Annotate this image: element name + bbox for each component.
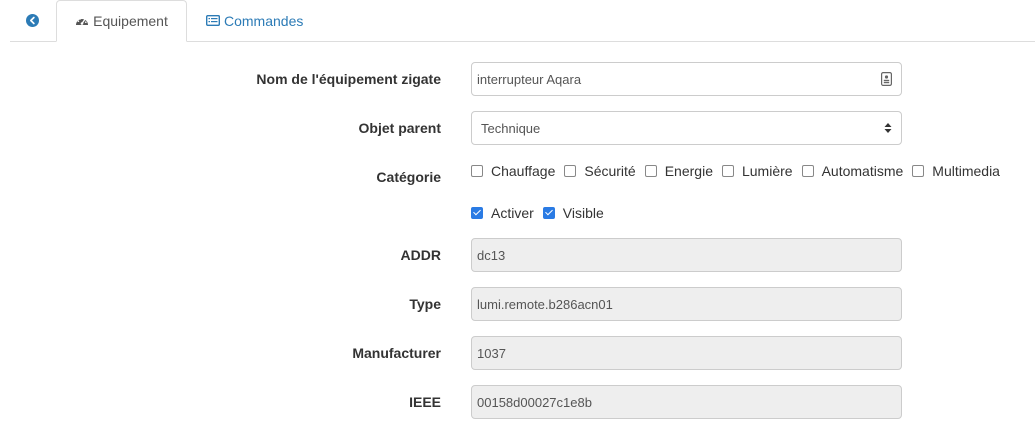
category-option-securite[interactable]: Sécurité xyxy=(564,163,636,179)
checkbox[interactable] xyxy=(912,165,925,177)
category-option-energie[interactable]: Energie xyxy=(644,163,713,179)
tab-equipment-label: Equipement xyxy=(93,13,168,29)
enable-checkbox[interactable]: Activer xyxy=(471,205,534,221)
checkbox[interactable] xyxy=(801,165,814,177)
checkbox[interactable] xyxy=(471,165,483,177)
name-label: Nom de l'équipement zigate xyxy=(256,71,441,87)
tachometer-icon xyxy=(75,15,89,27)
checkbox-checked[interactable] xyxy=(471,207,483,219)
tab-commands[interactable]: Commandes xyxy=(196,0,320,41)
checkbox[interactable] xyxy=(721,165,734,177)
tab-equipment[interactable]: Equipement xyxy=(56,0,187,42)
circle-arrow-left-icon xyxy=(25,14,39,27)
addr-field[interactable]: dc13 xyxy=(471,238,902,272)
manufacturer-field[interactable]: 1037 xyxy=(471,336,902,370)
addr-label: ADDR xyxy=(400,247,441,263)
ieee-label: IEEE xyxy=(409,394,441,410)
list-alt-icon xyxy=(206,15,220,26)
ieee-field[interactable]: 00158d00027c1e8b xyxy=(471,385,902,419)
id-card-icon[interactable] xyxy=(881,72,892,86)
category-option-multimedia[interactable]: Multimedia xyxy=(912,163,1000,179)
select-arrows-icon xyxy=(884,122,892,134)
category-option-automatisme[interactable]: Automatisme xyxy=(801,163,903,179)
checkbox-checked[interactable] xyxy=(542,207,555,219)
category-checkboxes: Chauffage Sécurité Energie Lumière Autom… xyxy=(471,161,1009,181)
type-field[interactable]: lumi.remote.b286acn01 xyxy=(471,287,902,321)
tab-bar: Equipement Commandes xyxy=(10,0,1035,42)
name-input[interactable]: interrupteur Aqara xyxy=(471,62,902,96)
visible-checkbox[interactable]: Visible xyxy=(542,205,604,221)
manufacturer-label: Manufacturer xyxy=(352,345,441,361)
addr-value: dc13 xyxy=(477,247,506,263)
checkbox[interactable] xyxy=(564,165,577,177)
type-value: lumi.remote.b286acn01 xyxy=(477,296,613,312)
category-option-lumiere[interactable]: Lumière xyxy=(721,163,793,179)
ieee-value: 00158d00027c1e8b xyxy=(477,394,592,410)
name-input-value: interrupteur Aqara xyxy=(477,71,582,87)
back-tab[interactable] xyxy=(10,0,54,41)
tab-commands-label: Commandes xyxy=(224,12,304,29)
state-checkboxes: Activer Visible xyxy=(471,203,613,223)
checkbox[interactable] xyxy=(644,165,657,177)
category-label: Catégorie xyxy=(376,169,441,185)
parent-select[interactable]: Technique xyxy=(471,111,902,145)
type-label: Type xyxy=(409,296,441,312)
category-option-chauffage[interactable]: Chauffage xyxy=(471,163,555,179)
manufacturer-value: 1037 xyxy=(477,345,506,361)
parent-label: Objet parent xyxy=(358,120,441,136)
parent-select-value: Technique xyxy=(481,120,541,136)
